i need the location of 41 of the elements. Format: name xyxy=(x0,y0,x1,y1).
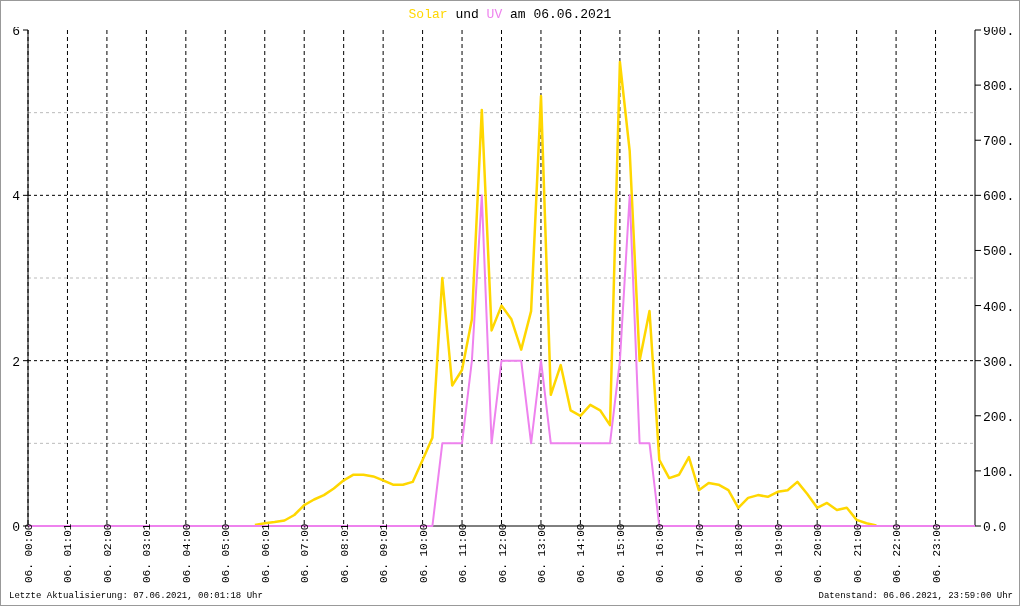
axis-label: 06. 18:00 xyxy=(733,523,746,583)
axis-label: 0.0 xyxy=(983,520,1007,535)
axis-label: 06. 02:00 xyxy=(101,523,114,583)
axis-label: 06. 15:00 xyxy=(614,523,627,583)
axis-label: 06. 17:00 xyxy=(693,523,706,583)
axis-label: 06. 00:00 xyxy=(23,523,35,583)
data-timestamp-text: Datenstand: 06.06.2021, 23:59:00 Uhr xyxy=(818,591,1013,601)
axis-label: 06. 22:00 xyxy=(891,523,904,583)
axis-label: 0 xyxy=(12,520,20,535)
axis-label: 06. 01:01 xyxy=(62,523,75,583)
axis-label: 200. xyxy=(983,409,1015,425)
axis-label: 06. 04:00 xyxy=(180,523,193,583)
axis-label: 4 xyxy=(12,189,20,205)
axis-label: 06. 10:00 xyxy=(417,523,430,583)
axis-label: 06. 06:01 xyxy=(259,523,272,583)
axis-label: 06. 12:00 xyxy=(496,523,509,583)
axis-label: 400. xyxy=(983,299,1015,315)
axis-label: 06. 23:00 xyxy=(930,523,943,583)
axis-label: 06. 16:00 xyxy=(654,523,667,583)
axis-label: 06. 13:00 xyxy=(535,523,548,583)
last-update-text: Letzte Aktualisierung: 07.06.2021, 00:01:18 Uhr xyxy=(9,591,263,601)
axis-label: 06. 05:00 xyxy=(220,523,233,583)
axis-label: 06. 19:00 xyxy=(772,523,785,583)
axis-label: 06. 07:00 xyxy=(299,523,312,583)
axis-label: 06. 09:01 xyxy=(378,523,391,583)
axis-label: 100. xyxy=(983,464,1015,480)
axis-label: 06. 08:01 xyxy=(338,523,351,583)
axis-label: 06. 21:00 xyxy=(851,523,864,583)
axis-label: 700. xyxy=(983,134,1015,150)
axis-label: 900. xyxy=(983,27,1015,39)
axis-label: 06. 03:01 xyxy=(141,523,154,583)
axis-label: 600. xyxy=(983,189,1015,205)
chart-title: Solar und UV am 06.06.2021 xyxy=(408,6,612,22)
axis-label: 500. xyxy=(983,244,1015,260)
axis-label: 2 xyxy=(12,354,20,370)
axis-label: 06. 11:00 xyxy=(457,523,470,583)
axis-label: 300. xyxy=(983,354,1015,370)
axis-label: 800. xyxy=(983,79,1015,95)
axis-label: 6 xyxy=(12,27,20,39)
axis-label: 06. 20:00 xyxy=(812,523,825,583)
axis-label: 06. 14:00 xyxy=(575,523,588,583)
